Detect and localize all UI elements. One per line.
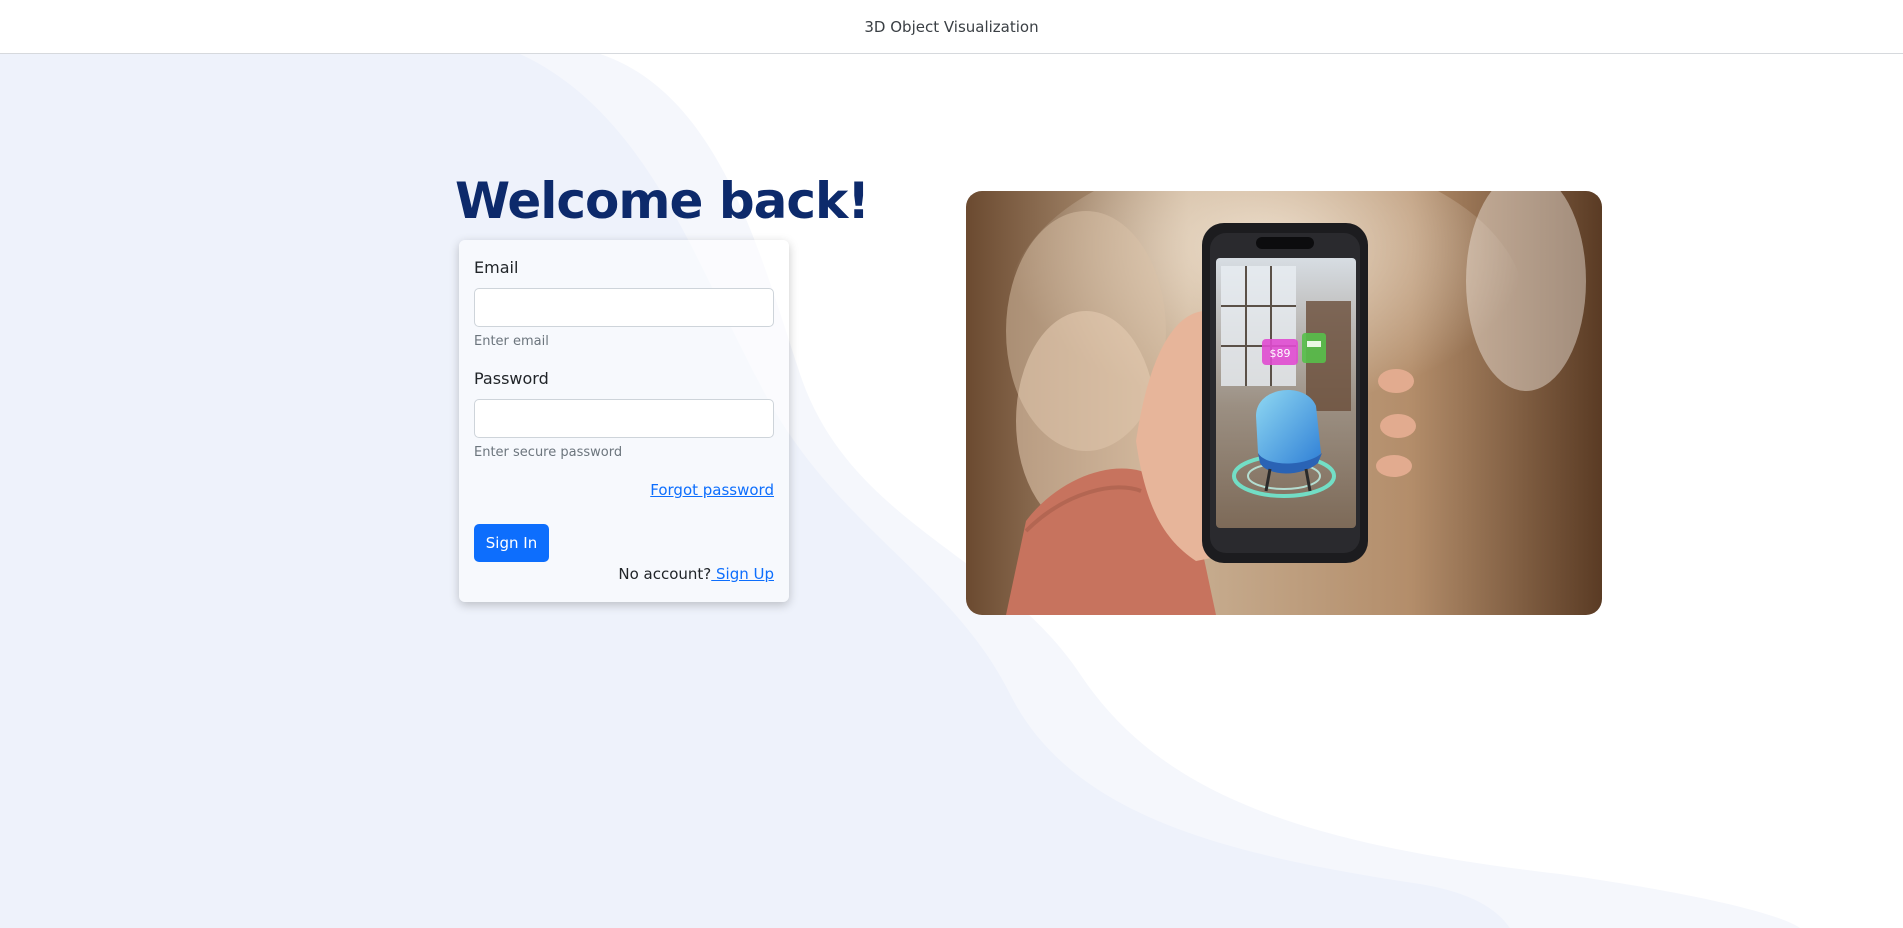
sign-in-button[interactable]: Sign In	[474, 524, 549, 562]
sign-up-link[interactable]: Sign Up	[711, 565, 774, 583]
app-title: 3D Object Visualization	[864, 17, 1039, 36]
email-field[interactable]	[474, 288, 774, 327]
email-help: Enter email	[474, 334, 549, 349]
password-label: Password	[474, 369, 549, 388]
price-tag-text: $89	[1270, 347, 1291, 360]
no-account-text: No account?	[618, 565, 712, 583]
signup-row: No account? Sign Up	[474, 565, 774, 583]
background-wave	[0, 54, 1903, 928]
top-navbar: 3D Object Visualization	[0, 0, 1903, 54]
page-title: Welcome back!	[455, 172, 870, 230]
ar-phone-chair-icon: $89	[966, 191, 1602, 615]
login-card: Email Enter email Password Enter secure …	[459, 240, 789, 602]
hero-image: $89	[966, 191, 1602, 615]
forgot-password-link[interactable]: Forgot password	[650, 481, 774, 499]
password-help: Enter secure password	[474, 445, 623, 460]
password-field[interactable]	[474, 399, 774, 438]
forgot-row: Forgot password	[474, 480, 774, 499]
email-label: Email	[474, 258, 519, 277]
